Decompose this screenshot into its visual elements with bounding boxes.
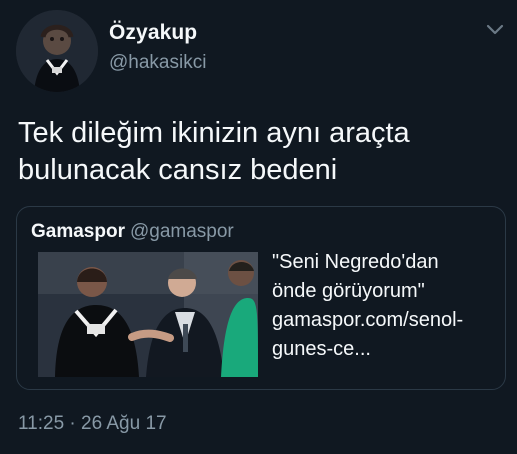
- quoted-author-name: Gamaspor: [31, 221, 125, 242]
- quoted-photo-icon: [38, 252, 258, 377]
- tweet-card[interactable]: Özyakup @hakasikci Tek dileğim ikinizin …: [0, 0, 517, 454]
- quoted-link-line[interactable]: gamaspor.com/senol-: [272, 306, 497, 335]
- author-display-name[interactable]: Özyakup: [109, 21, 197, 45]
- author-avatar[interactable]: [16, 10, 98, 92]
- quoted-link-line[interactable]: gunes-ce...: [272, 335, 497, 364]
- avatar-photo-icon: [16, 10, 98, 92]
- author-handle[interactable]: @hakasikci: [109, 52, 206, 74]
- quoted-text-line: önde görüyorum": [272, 280, 425, 302]
- tweet-timestamp[interactable]: 11:25 · 26 Ağu 17: [18, 413, 167, 435]
- quoted-tweet-text: "Seni Negredo'dan önde görüyorum" gamasp…: [272, 248, 497, 364]
- chevron-down-icon[interactable]: [485, 22, 505, 36]
- quoted-text-line: "Seni Negredo'dan: [272, 251, 439, 273]
- quoted-tweet-image[interactable]: [38, 252, 258, 377]
- quoted-tweet-header: Gamaspor @gamaspor: [31, 221, 234, 243]
- quoted-author-handle: @gamaspor: [129, 221, 234, 242]
- tweet-text: Tek dileğim ikinizin aynı araçta bulunac…: [18, 117, 410, 186]
- quoted-tweet-card[interactable]: Gamaspor @gamaspor "Seni Negredo'dan önd…: [16, 206, 506, 390]
